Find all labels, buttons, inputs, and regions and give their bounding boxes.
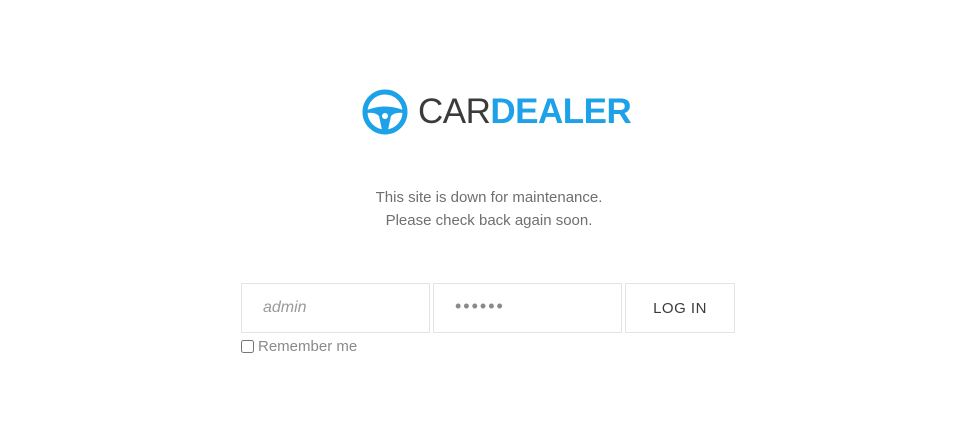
remember-me-label: Remember me xyxy=(258,337,358,355)
steering-wheel-icon xyxy=(362,89,408,135)
brand-name-light: CAR xyxy=(418,92,491,131)
remember-me[interactable]: Remember me xyxy=(241,336,357,356)
username-input[interactable] xyxy=(241,283,430,333)
brand-name-bold: DEALER xyxy=(490,92,632,131)
password-input[interactable] xyxy=(433,283,622,333)
maintenance-page: CARDEALER This site is down for maintena… xyxy=(0,0,978,440)
maintenance-message-line1: This site is down for maintenance. xyxy=(375,189,603,206)
brand-name: CARDEALER xyxy=(418,89,632,135)
remember-me-checkbox[interactable] xyxy=(241,339,254,353)
maintenance-message: This site is down for maintenance. Pleas… xyxy=(0,186,978,232)
maintenance-message-line2: Please check back again soon. xyxy=(385,212,593,229)
brand-logo: CARDEALER xyxy=(362,89,632,135)
login-button[interactable]: LOG IN xyxy=(625,283,735,333)
